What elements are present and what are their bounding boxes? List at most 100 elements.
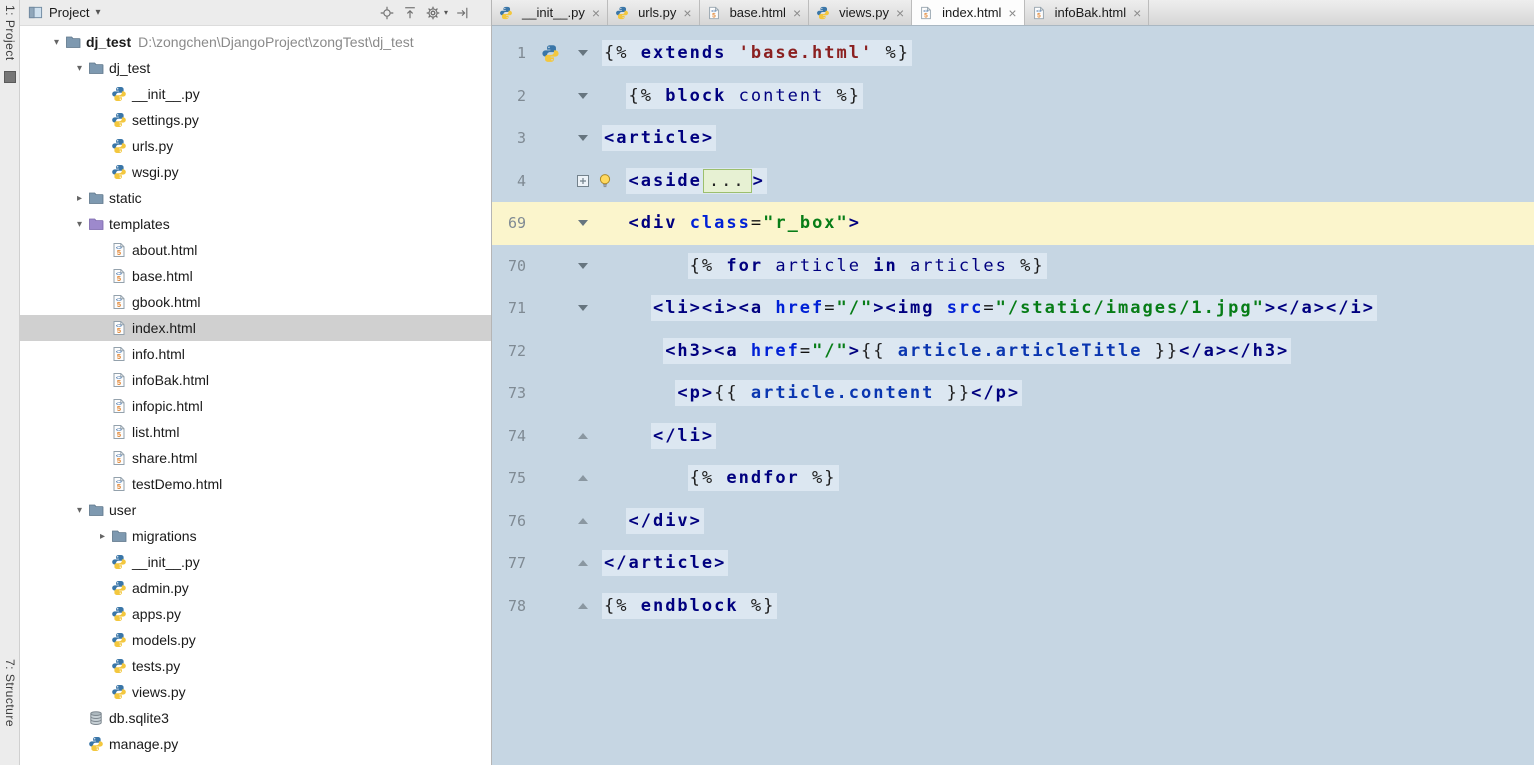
- close-icon[interactable]: ×: [896, 6, 904, 20]
- tab-views.py[interactable]: views.py ×: [809, 0, 913, 25]
- fold-down-icon[interactable]: [572, 135, 594, 142]
- tree-item-db.sqlite3[interactable]: db.sqlite3: [20, 705, 491, 731]
- tree-item-index.html[interactable]: <> 5 index.html: [20, 315, 491, 341]
- tree-item-infoBak.html[interactable]: <> 5 infoBak.html: [20, 367, 491, 393]
- close-icon[interactable]: ×: [793, 6, 801, 20]
- fold-up-icon[interactable]: [572, 475, 594, 482]
- html-file-icon: <> 5: [111, 346, 128, 362]
- tab-bar: __init__.py × urls.py × <> 5 base.html × views.p…: [492, 0, 1534, 26]
- tree-item-share.html[interactable]: <> 5 share.html: [20, 445, 491, 471]
- tree-item-list.html[interactable]: <> 5 list.html: [20, 419, 491, 445]
- tree-item-base.html[interactable]: <> 5 base.html: [20, 263, 491, 289]
- svg-text:5: 5: [117, 274, 121, 283]
- chevron-right-icon[interactable]: ▸: [94, 531, 111, 542]
- code-line-72[interactable]: 72 <h3><a href="/">{{ article.articleTit…: [492, 330, 1534, 373]
- chevron-down-icon[interactable]: ▾: [71, 505, 88, 516]
- tree-item-templates[interactable]: ▾ templates: [20, 211, 491, 237]
- code-line-74[interactable]: 74 </li>: [492, 415, 1534, 458]
- tool-window-button-structure[interactable]: 7: Structure: [3, 659, 17, 727]
- tree-item-tests.py[interactable]: tests.py: [20, 653, 491, 679]
- project-panel-title[interactable]: Project: [49, 5, 89, 20]
- tab-base.html[interactable]: <> 5 base.html ×: [700, 0, 810, 25]
- tree-item-about.html[interactable]: <> 5 about.html: [20, 237, 491, 263]
- html-file-icon: <> 5: [111, 372, 128, 388]
- code-line-73[interactable]: 73 <p>{{ article.content }}</p>: [492, 372, 1534, 415]
- chevron-down-icon[interactable]: ▾: [71, 63, 88, 74]
- tree-item-__init__.py[interactable]: __init__.py: [20, 81, 491, 107]
- tool-window-icon[interactable]: [3, 70, 16, 83]
- svg-text:5: 5: [117, 326, 121, 335]
- tree-item-migrations[interactable]: ▸ migrations: [20, 523, 491, 549]
- settings-gear-icon[interactable]: [424, 4, 443, 22]
- editor[interactable]: 1 {% extends 'base.html' %} 2 {% block con…: [492, 26, 1534, 765]
- fold-down-icon[interactable]: [572, 305, 594, 312]
- close-icon[interactable]: ×: [1008, 6, 1016, 20]
- tree-item-wsgi.py[interactable]: wsgi.py: [20, 159, 491, 185]
- fold-up-icon[interactable]: [572, 432, 594, 439]
- tab-__init__.py[interactable]: __init__.py ×: [492, 0, 609, 25]
- tree-item-label: infopic.html: [132, 398, 203, 414]
- tree-item-dj_test[interactable]: ▾ dj_test D:\zongchen\DjangoProject\zongTe…: [20, 29, 491, 55]
- code-line-70[interactable]: 70 {% for article in articles %}: [492, 245, 1534, 288]
- tree-item-manage.py[interactable]: manage.py: [20, 731, 491, 757]
- code-line-69[interactable]: 69 <div class="r_box">: [492, 202, 1534, 245]
- locate-icon[interactable]: [378, 4, 397, 22]
- tree-item-label: apps.py: [132, 606, 182, 622]
- fold-plus-icon[interactable]: [572, 174, 594, 187]
- tree-item-label: user: [109, 502, 137, 518]
- code-line-78[interactable]: 78 {% endblock %}: [492, 585, 1534, 628]
- svg-text:5: 5: [117, 404, 121, 413]
- tree-item-views.py[interactable]: views.py: [20, 679, 491, 705]
- tree-item-testDemo.html[interactable]: <> 5 testDemo.html: [20, 471, 491, 497]
- code-text: <h3><a href="/">{{ article.articleTitle …: [594, 337, 1292, 364]
- tree-item-gbook.html[interactable]: <> 5 gbook.html: [20, 289, 491, 315]
- tree-item-infopic.html[interactable]: <> 5 infopic.html: [20, 393, 491, 419]
- tree-item-dj_test[interactable]: ▾ dj_test: [20, 55, 491, 81]
- fold-up-icon[interactable]: [572, 602, 594, 609]
- hide-panel-icon[interactable]: [452, 4, 471, 22]
- python-file-icon: [111, 554, 128, 570]
- code-line-77[interactable]: 77 </article>: [492, 542, 1534, 585]
- line-number: 76: [507, 511, 526, 530]
- close-icon[interactable]: ×: [1133, 6, 1141, 20]
- code-line-76[interactable]: 76 </div>: [492, 500, 1534, 543]
- fold-up-icon[interactable]: [572, 517, 594, 524]
- fold-up-icon[interactable]: [572, 560, 594, 567]
- collapse-all-icon[interactable]: [401, 4, 420, 22]
- tree-item-__init__.py[interactable]: __init__.py: [20, 549, 491, 575]
- code-line-2[interactable]: 2 {% block content %}: [492, 75, 1534, 118]
- tab-index.html[interactable]: <> 5 index.html ×: [912, 0, 1025, 25]
- close-icon[interactable]: ×: [592, 6, 600, 20]
- svg-text:5: 5: [117, 430, 121, 439]
- tree-item-label: db.sqlite3: [109, 710, 169, 726]
- python-file-icon: [615, 5, 630, 21]
- tree-item-urls.py[interactable]: urls.py: [20, 133, 491, 159]
- code-line-75[interactable]: 75 {% endfor %}: [492, 457, 1534, 500]
- fold-down-icon[interactable]: [572, 220, 594, 227]
- chevron-down-icon[interactable]: ▾: [95, 7, 100, 18]
- code-text: <p>{{ article.content }}</p>: [594, 380, 1023, 407]
- fold-down-icon[interactable]: [572, 50, 594, 57]
- tree-item-label: base.html: [132, 268, 193, 284]
- tool-window-button-project[interactable]: 1: Project: [3, 5, 17, 61]
- close-icon[interactable]: ×: [683, 6, 691, 20]
- tree-item-user[interactable]: ▾ user: [20, 497, 491, 523]
- tab-urls.py[interactable]: urls.py ×: [608, 0, 700, 25]
- tree-item-apps.py[interactable]: apps.py: [20, 601, 491, 627]
- chevron-down-icon[interactable]: ▾: [71, 219, 88, 230]
- intention-bulb-icon[interactable]: [598, 173, 612, 189]
- fold-down-icon[interactable]: [572, 262, 594, 269]
- tab-infoBak.html[interactable]: <> 5 infoBak.html ×: [1025, 0, 1150, 25]
- code-line-3[interactable]: 3 <article>: [492, 117, 1534, 160]
- tree-item-admin.py[interactable]: admin.py: [20, 575, 491, 601]
- tree-item-models.py[interactable]: models.py: [20, 627, 491, 653]
- chevron-right-icon[interactable]: ▸: [71, 193, 88, 204]
- code-line-4[interactable]: 4 <aside... >: [492, 160, 1534, 203]
- code-line-1[interactable]: 1 {% extends 'base.html' %}: [492, 32, 1534, 75]
- fold-down-icon[interactable]: [572, 92, 594, 99]
- tree-item-settings.py[interactable]: settings.py: [20, 107, 491, 133]
- tree-item-static[interactable]: ▸ static: [20, 185, 491, 211]
- tree-item-info.html[interactable]: <> 5 info.html: [20, 341, 491, 367]
- chevron-down-icon[interactable]: ▾: [48, 37, 65, 48]
- code-line-71[interactable]: 71 <li><i><a href="/"><img src="/static/…: [492, 287, 1534, 330]
